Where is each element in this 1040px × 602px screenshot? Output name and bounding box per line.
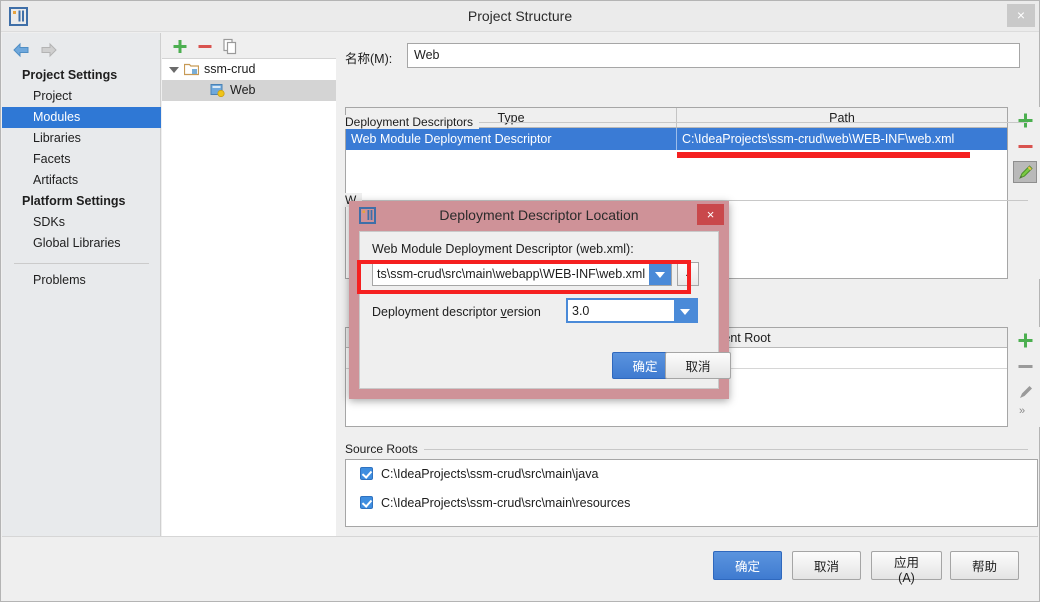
pencil-icon — [1020, 386, 1032, 398]
help-button[interactable]: 帮助 — [950, 551, 1019, 580]
web-resource-directories-toolbar: » — [1010, 327, 1040, 427]
plus-icon — [1018, 333, 1033, 348]
folder-module-icon — [184, 63, 199, 76]
sidebar-group-platform-settings: Platform Settings — [22, 194, 126, 208]
settings-sidebar: Project Settings Project Modules Librari… — [2, 33, 161, 537]
arrow-left-icon[interactable] — [12, 42, 30, 58]
dialog-footer: 确定 取消 应用 (A) 帮助 — [2, 536, 1038, 600]
apply-button[interactable]: 应用 (A) — [871, 551, 942, 585]
module-tree: ssm-crud Web — [162, 59, 336, 537]
web-facet-icon — [210, 84, 225, 97]
pencil-icon — [1019, 165, 1033, 179]
deployment-descriptors-title: Deployment Descriptors — [345, 115, 480, 129]
table-row[interactable]: Web Module Deployment Descriptor C:\Idea… — [346, 128, 1007, 150]
source-root-checkbox[interactable] — [360, 496, 373, 509]
sidebar-item-artifacts[interactable]: Artifacts — [2, 170, 161, 191]
modal-body: Web Module Deployment Descriptor (web.xm… — [359, 231, 731, 389]
tree-row[interactable]: Web — [162, 80, 336, 101]
plus-icon — [1018, 113, 1033, 128]
source-roots-group-header: Source Roots — [345, 442, 1028, 456]
chevron-double-right-icon: » — [1019, 405, 1026, 417]
column-header-path: Path — [829, 111, 855, 125]
source-roots-list: C:\IdeaProjects\ssm-crud\src\main\java C… — [345, 459, 1038, 527]
chevron-down-icon[interactable] — [674, 300, 696, 321]
source-root-label: C:\IdeaProjects\ssm-crud\src\main\java — [381, 467, 599, 481]
module-name-input[interactable]: Web — [407, 43, 1020, 68]
group-divider-line — [345, 449, 1028, 450]
tree-row-label: Web — [230, 83, 256, 97]
cell-path: C:\IdeaProjects\ssm-crud\web\WEB-INF\web… — [676, 128, 1007, 150]
copy-icon[interactable] — [220, 37, 240, 56]
annotation-rect-descriptor-combo — [357, 260, 691, 294]
navigation-arrows — [12, 39, 72, 63]
cell-type: Web Module Deployment Descriptor — [351, 132, 552, 146]
settings-nav-list: Project Settings Project Modules Librari… — [2, 65, 161, 291]
expand-web-resource-button[interactable]: » — [1010, 405, 1040, 425]
module-name-row: 名称(M): Web — [345, 43, 1028, 69]
sidebar-group-project-settings: Project Settings — [22, 68, 118, 82]
module-tree-panel: ssm-crud Web — [162, 33, 336, 537]
modal-close-button[interactable]: × — [697, 204, 724, 225]
module-tree-toolbar — [162, 33, 336, 59]
source-root-checkbox[interactable] — [360, 467, 373, 480]
edit-descriptor-button[interactable] — [1010, 159, 1040, 185]
add-descriptor-button[interactable] — [1010, 107, 1040, 133]
list-item[interactable]: C:\IdeaProjects\ssm-crud\src\main\resour… — [346, 489, 1037, 518]
descriptor-path-label: Web Module Deployment Descriptor (web.xm… — [372, 242, 634, 256]
modal-cancel-button[interactable]: 取消 — [665, 352, 731, 379]
descriptor-version-combo[interactable]: 3.0 — [566, 298, 698, 323]
plus-icon[interactable] — [170, 37, 190, 56]
ok-button[interactable]: 确定 — [713, 551, 782, 580]
sidebar-item-problems[interactable]: Problems — [2, 270, 161, 291]
window-title: Project Structure — [467, 8, 573, 24]
list-item[interactable]: C:\IdeaProjects\ssm-crud\src\main\java — [346, 460, 1037, 489]
window-close-button[interactable]: × — [1007, 4, 1035, 27]
module-name-label: 名称(M): — [345, 52, 393, 66]
edit-web-resource-button[interactable] — [1010, 379, 1040, 405]
sidebar-item-facets[interactable]: Facets — [2, 149, 161, 170]
modal-title: Deployment Descriptor Location — [439, 207, 639, 223]
sidebar-item-modules[interactable]: Modules — [2, 107, 161, 128]
deployment-descriptor-location-dialog: Deployment Descriptor Location × Web Mod… — [349, 201, 731, 399]
arrow-right-icon[interactable] — [40, 42, 58, 58]
descriptor-version-label: Deployment descriptor version — [372, 305, 541, 319]
remove-descriptor-button[interactable] — [1010, 133, 1040, 159]
sidebar-item-sdks[interactable]: SDKs — [2, 212, 161, 233]
descriptor-version-value[interactable]: 3.0 — [568, 300, 674, 321]
sidebar-divider — [14, 263, 149, 264]
cancel-button[interactable]: 取消 — [792, 551, 861, 580]
tree-row-label: ssm-crud — [204, 62, 256, 76]
sidebar-item-global-libraries[interactable]: Global Libraries — [2, 233, 161, 254]
sidebar-item-libraries[interactable]: Libraries — [2, 128, 161, 149]
remove-web-resource-button[interactable] — [1010, 353, 1040, 379]
project-structure-window: Project Structure × Project Settings Pro… — [0, 0, 1040, 602]
add-web-resource-button[interactable] — [1010, 327, 1040, 353]
modal-titlebar: Deployment Descriptor Location × — [349, 201, 729, 229]
sidebar-item-project[interactable]: Project — [2, 86, 161, 107]
chevron-down-icon[interactable] — [169, 67, 179, 73]
minus-icon — [1018, 365, 1033, 368]
minus-icon[interactable] — [195, 37, 215, 56]
window-titlebar: Project Structure × — [1, 1, 1039, 32]
tree-row[interactable]: ssm-crud — [162, 59, 336, 80]
annotation-underline-path — [677, 152, 970, 158]
minus-icon — [1018, 145, 1033, 148]
source-root-label: C:\IdeaProjects\ssm-crud\src\main\resour… — [381, 496, 631, 510]
source-roots-title: Source Roots — [345, 442, 424, 456]
